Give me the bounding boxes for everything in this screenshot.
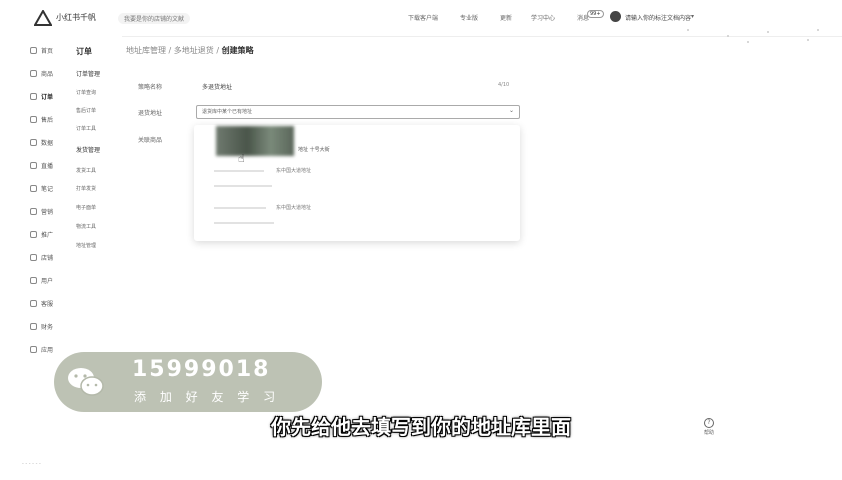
subnav-item[interactable]: 售后订单 (76, 107, 96, 114)
watermark-subtext: 添 加 好 友 学 习 (134, 390, 281, 404)
return-address-value: 退货库中某个已有地址 (202, 109, 253, 115)
promotion-icon (30, 231, 37, 238)
strategy-name-label: 策略名称 (138, 84, 163, 91)
home-icon (30, 47, 37, 54)
shop-selector[interactable]: 我要是你的店铺的文献 (118, 13, 191, 24)
logo-icon (34, 10, 52, 26)
breadcrumb-multi-address-return[interactable]: 多地址退货 (174, 46, 214, 55)
sidebar-item-apps[interactable]: 应用 (30, 345, 53, 354)
blurred-text (214, 222, 274, 224)
sidebar-item-marketing[interactable]: 营销 (30, 207, 53, 216)
watermark-phone: 15999018 (132, 357, 271, 382)
redacted-region (216, 126, 294, 156)
dropdown-option[interactable]: 东中国大道地址 (276, 167, 311, 174)
char-counter: 4/10 (498, 82, 510, 88)
sidebar-item-data[interactable]: 数据 (30, 138, 53, 147)
subnav-item[interactable]: 订单工具 (76, 125, 96, 132)
video-subtitle: 你先给他去填写到你的地址库里面 (271, 415, 571, 439)
sidebar-item-store[interactable]: 店铺 (30, 253, 53, 262)
apps-icon (30, 346, 37, 353)
subnav-group-order-management[interactable]: 订单管理 (76, 69, 100, 78)
breadcrumb: 地址库管理 / 多地址退货 / 创建策略 (126, 46, 254, 55)
breadcrumb-create-strategy: 创建策略 (221, 46, 254, 55)
dropdown-option[interactable]: 地址 十号大街 (298, 146, 330, 153)
blurred-text (214, 185, 272, 187)
breadcrumb-address-library[interactable]: 地址库管理 (126, 46, 166, 55)
megaphone-icon (30, 208, 37, 215)
subnav-title: 订单 (76, 47, 92, 56)
sidebar-item-users[interactable]: 用户 (30, 276, 53, 285)
linked-goods-label: 关联商品 (138, 137, 163, 144)
wechat-watermark: 15999018 添 加 好 友 学 习 (54, 352, 322, 412)
return-icon (30, 116, 37, 123)
sidebar-item-aftersale[interactable]: 售后 (30, 115, 53, 124)
subnav-item[interactable]: 电子面单 (76, 204, 96, 211)
updates-link[interactable]: 更新 (500, 13, 512, 22)
sidebar-item-orders[interactable]: 订单 (30, 92, 53, 101)
return-address-label: 退货地址 (138, 110, 163, 117)
store-icon (30, 254, 37, 261)
pro-version-link[interactable]: 专业版 (460, 13, 478, 22)
mouse-cursor-icon: ☝ (238, 152, 245, 165)
message-count-badge: 99+ (587, 10, 604, 18)
subnav-item[interactable]: 订单查询 (76, 89, 96, 96)
note-icon (30, 185, 37, 192)
sidebar-item-live[interactable]: 直播 (30, 161, 53, 170)
chevron-down-icon[interactable]: ▾ (691, 13, 694, 20)
footer-text: - - - - - - (22, 461, 41, 467)
sidebar-item-finance[interactable]: 财务 (30, 322, 53, 331)
order-icon (30, 93, 37, 100)
subnav-item[interactable]: 物流工具 (76, 223, 96, 230)
wechat-icon (68, 368, 104, 396)
subnav-item[interactable]: 发货工具 (76, 167, 96, 174)
sidebar-item-promotion[interactable]: 推广 (30, 230, 53, 239)
headset-icon (30, 300, 37, 307)
sidebar-item-home[interactable]: 首页 (30, 46, 53, 55)
chevron-down-icon: ⌄ (508, 107, 514, 114)
noise-artifact (687, 29, 819, 43)
learning-center-link[interactable]: 学习中心 (531, 13, 555, 22)
sidebar-item-notes[interactable]: 笔记 (30, 184, 53, 193)
brand-name: 小红书千帆 (56, 13, 96, 22)
subnav-group-shipping-management[interactable]: 发货管理 (76, 145, 100, 154)
sidebar-item-products[interactable]: 商品 (30, 69, 53, 78)
strategy-name-input[interactable]: 多退货地址 (202, 82, 232, 91)
sidebar-item-service[interactable]: 客服 (30, 299, 53, 308)
blurred-text (214, 207, 266, 209)
subnav-item[interactable]: 打单发货 (76, 185, 96, 192)
wallet-icon (30, 323, 37, 330)
chart-icon (30, 139, 37, 146)
account-name[interactable]: 请输入你的标注文档内容 (625, 13, 691, 22)
download-client-link[interactable]: 下载客户端 (408, 13, 438, 22)
bag-icon (30, 70, 37, 77)
blurred-text (214, 170, 264, 172)
subnav-item-address-management[interactable]: 地址管理 (76, 242, 96, 249)
user-icon (30, 277, 37, 284)
return-address-select[interactable]: 退货库中某个已有地址 ⌄ (196, 105, 520, 119)
dropdown-option[interactable]: 东中国大道地址 (276, 204, 311, 211)
avatar[interactable] (610, 11, 621, 22)
live-icon (30, 162, 37, 169)
